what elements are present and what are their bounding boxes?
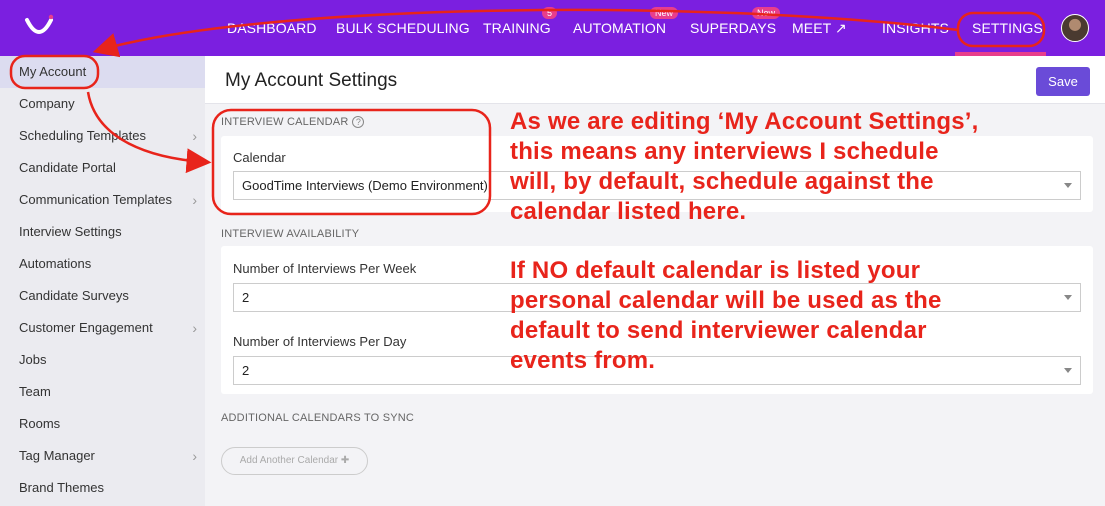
chevron-right-icon: › (192, 192, 197, 208)
sidebar-item-automations[interactable]: Automations (0, 248, 205, 280)
sidebar-item-label: Scheduling Templates (19, 128, 146, 143)
annotation-text-no-default: If NO default calendar is listed your pe… (510, 256, 942, 376)
nav-settings[interactable]: SETTINGS (972, 20, 1043, 36)
settings-sidebar: My Account Company Scheduling Templates ›… (0, 56, 205, 506)
user-avatar[interactable] (1061, 14, 1089, 42)
per-week-select-value: 2 (242, 290, 250, 305)
sidebar-item-label: Interview Settings (19, 224, 122, 239)
sidebar-item-jobs[interactable]: Jobs (0, 344, 205, 376)
chevron-right-icon: › (192, 128, 197, 144)
sidebar-item-label: Company (19, 96, 75, 111)
sidebar-item-communication-templates[interactable]: Communication Templates › (0, 184, 205, 216)
sidebar-item-scheduling-templates[interactable]: Scheduling Templates › (0, 120, 205, 152)
chevron-right-icon: › (192, 320, 197, 336)
sidebar-item-label: Rooms (19, 416, 61, 431)
annotation-line: calendar listed here. (510, 198, 747, 225)
nav-superdays[interactable]: SUPERDAYS (690, 20, 776, 36)
sidebar-item-team[interactable]: Team (0, 376, 205, 408)
annotation-line: If NO default calendar is listed your (510, 257, 921, 284)
nav-training[interactable]: TRAINING (483, 20, 551, 36)
calendar-field-label: Calendar (233, 150, 286, 165)
sidebar-item-my-account[interactable]: My Account (0, 56, 205, 88)
save-button[interactable]: Save (1036, 67, 1090, 96)
annotation-line: this means any interviews I schedule (510, 138, 939, 165)
annotation-line: will, by default, schedule against the (510, 168, 934, 195)
sidebar-item-label: Communication Templates (19, 192, 172, 207)
goodtime-logo-icon[interactable] (24, 14, 54, 38)
page-header: My Account Settings Save (205, 56, 1105, 104)
chevron-down-icon (1064, 368, 1072, 373)
annotation-text-default-calendar: As we are editing ‘My Account Settings’,… (510, 107, 979, 227)
sidebar-item-label: Customer Engagement (19, 320, 153, 335)
superdays-new-badge: New (752, 7, 781, 19)
sidebar-item-customer-engagement[interactable]: Customer Engagement › (0, 312, 205, 344)
chevron-down-icon (1064, 295, 1072, 300)
sidebar-item-tag-manager[interactable]: Tag Manager › (0, 440, 205, 472)
sidebar-item-label: Automations (19, 256, 92, 271)
nav-dashboard[interactable]: DASHBOARD (227, 20, 317, 36)
sidebar-item-label: Candidate Surveys (19, 288, 129, 303)
section-title: INTERVIEW CALENDAR (221, 116, 349, 128)
top-nav-bar: DASHBOARD BULK SCHEDULING TRAINING 5 AUT… (0, 0, 1105, 56)
chevron-down-icon (1064, 183, 1072, 188)
sidebar-item-candidate-portal[interactable]: Candidate Portal (0, 152, 205, 184)
additional-calendars-section-label: ADDITIONAL CALENDARS TO SYNC (221, 412, 415, 424)
chevron-right-icon: › (192, 448, 197, 464)
annotation-line: As we are editing ‘My Account Settings’, (510, 108, 979, 135)
sidebar-item-rooms[interactable]: Rooms (0, 408, 205, 440)
sidebar-item-brand-themes[interactable]: Brand Themes (0, 472, 205, 504)
nav-insights[interactable]: INSIGHTS (882, 20, 949, 36)
sidebar-item-label: Candidate Portal (19, 160, 116, 175)
nav-automation[interactable]: AUTOMATION (573, 20, 666, 36)
sidebar-item-interview-settings[interactable]: Interview Settings (0, 216, 205, 248)
interview-availability-section-label: INTERVIEW AVAILABILITY (221, 228, 360, 240)
training-count-badge: 5 (542, 7, 558, 19)
page-title: My Account Settings (225, 70, 398, 91)
sidebar-item-label: My Account (19, 64, 87, 79)
per-day-field-label: Number of Interviews Per Day (233, 334, 407, 349)
sidebar-item-candidate-surveys[interactable]: Candidate Surveys (0, 280, 205, 312)
annotation-line: events from. (510, 347, 656, 374)
help-icon[interactable]: ? (352, 116, 365, 128)
sidebar-item-company[interactable]: Company (0, 88, 205, 120)
per-week-field-label: Number of Interviews Per Week (233, 261, 417, 276)
sidebar-item-label: Jobs (19, 352, 47, 367)
per-day-select-value: 2 (242, 363, 250, 378)
interview-calendar-section-label: INTERVIEW CALENDAR? (221, 116, 365, 128)
calendar-select-value: GoodTime Interviews (Demo Environment) (242, 178, 488, 193)
nav-bulk-scheduling[interactable]: BULK SCHEDULING (336, 20, 470, 36)
automation-new-badge: New (650, 7, 679, 19)
nav-meet[interactable]: MEET ↗ (792, 20, 847, 37)
sidebar-item-label: Brand Themes (19, 480, 105, 495)
annotation-line: personal calendar will be used as the (510, 287, 942, 314)
sidebar-item-label: Tag Manager (19, 448, 95, 463)
annotation-line: default to send interviewer calendar (510, 317, 927, 344)
add-another-calendar-button[interactable]: Add Another Calendar ✚ (221, 447, 368, 475)
sidebar-item-label: Team (19, 384, 51, 399)
